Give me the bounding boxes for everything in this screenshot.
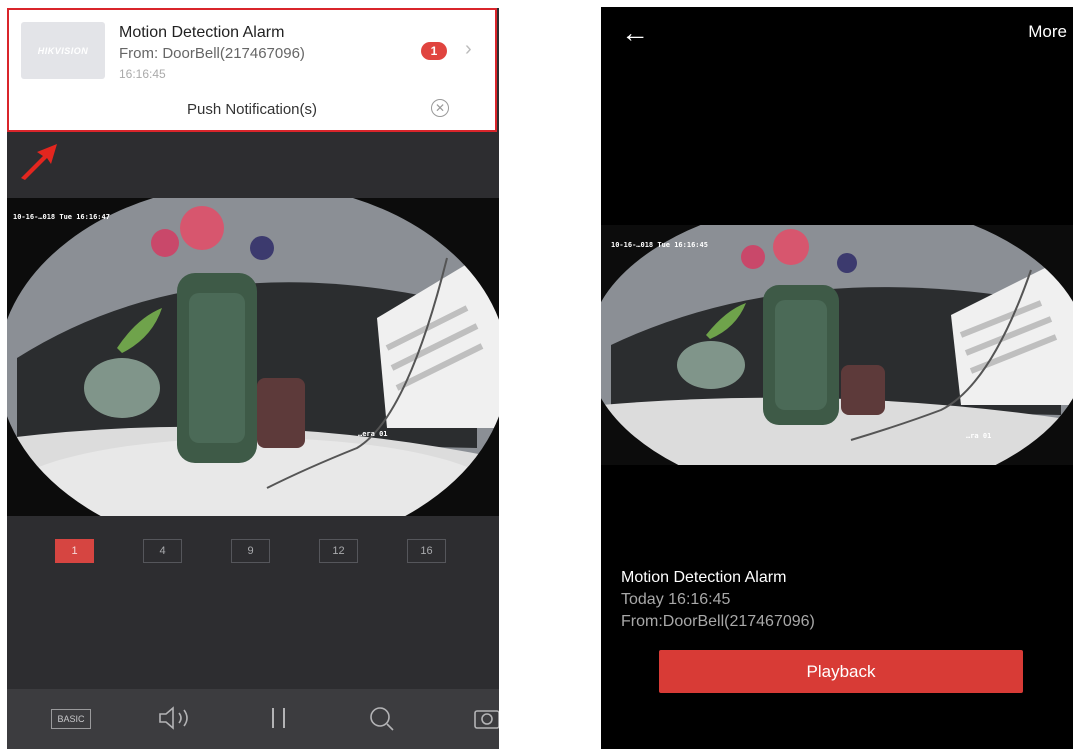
speaker-icon[interactable]	[157, 705, 195, 731]
live-video-feed[interactable]: 10-16-…018 Tue 16:16:47 …era 01	[7, 198, 499, 516]
fisheye-camera-image	[601, 225, 1073, 465]
camera-icon[interactable]	[473, 705, 499, 731]
fisheye-camera-image	[7, 198, 499, 516]
arrow-left-icon[interactable]: ←	[621, 19, 649, 47]
alarm-source: From:DoorBell(217467096)	[621, 613, 815, 630]
grid-option-4[interactable]: 4	[143, 539, 182, 563]
split-screen-selector: 1 4 9 12 16	[7, 539, 499, 563]
quality-basic-icon[interactable]: BASIC	[51, 709, 91, 729]
live-view-screen: HIKVISION Motion Detection Alarm From: D…	[7, 8, 499, 749]
alarm-detail-screen: ← More 10-16-…018 Tue 16:16:45 …ra 01 Mo…	[601, 7, 1073, 749]
camera-name-overlay: …ra 01	[966, 432, 992, 440]
more-button[interactable]: More	[1028, 22, 1067, 42]
push-notification-banner[interactable]: HIKVISION Motion Detection Alarm From: D…	[7, 8, 497, 132]
pause-icon[interactable]	[269, 705, 289, 731]
video-timestamp-overlay: 10-16-…018 Tue 16:16:45	[611, 241, 708, 249]
push-notifications-label[interactable]: Push Notification(s)	[9, 101, 495, 118]
live-view-toolbar: BASIC	[7, 689, 499, 749]
alarm-snapshot[interactable]: 10-16-…018 Tue 16:16:45 …ra 01	[601, 225, 1073, 465]
chevron-right-icon[interactable]: ›	[465, 38, 472, 61]
hikvision-logo: HIKVISION	[37, 45, 89, 56]
grid-option-16[interactable]: 16	[407, 539, 446, 563]
zoom-icon[interactable]	[368, 705, 396, 733]
video-timestamp-overlay: 10-16-…018 Tue 16:16:47	[13, 213, 110, 221]
notification-count-badge: 1	[421, 42, 447, 60]
close-circle-icon[interactable]: ✕	[431, 99, 449, 117]
notification-time: 16:16:45	[119, 67, 166, 81]
red-pointer-arrow-icon	[21, 144, 57, 180]
playback-button[interactable]: Playback	[659, 650, 1023, 693]
notification-thumbnail: HIKVISION	[21, 22, 105, 79]
camera-name-overlay: …era 01	[358, 430, 388, 438]
notification-source: From: DoorBell(217467096)	[119, 45, 305, 62]
notification-title: Motion Detection Alarm	[119, 24, 285, 41]
grid-option-12[interactable]: 12	[319, 539, 358, 563]
grid-option-1[interactable]: 1	[55, 539, 94, 563]
alarm-title: Motion Detection Alarm	[621, 569, 787, 586]
alarm-time: Today 16:16:45	[621, 591, 731, 608]
grid-option-9[interactable]: 9	[231, 539, 270, 563]
